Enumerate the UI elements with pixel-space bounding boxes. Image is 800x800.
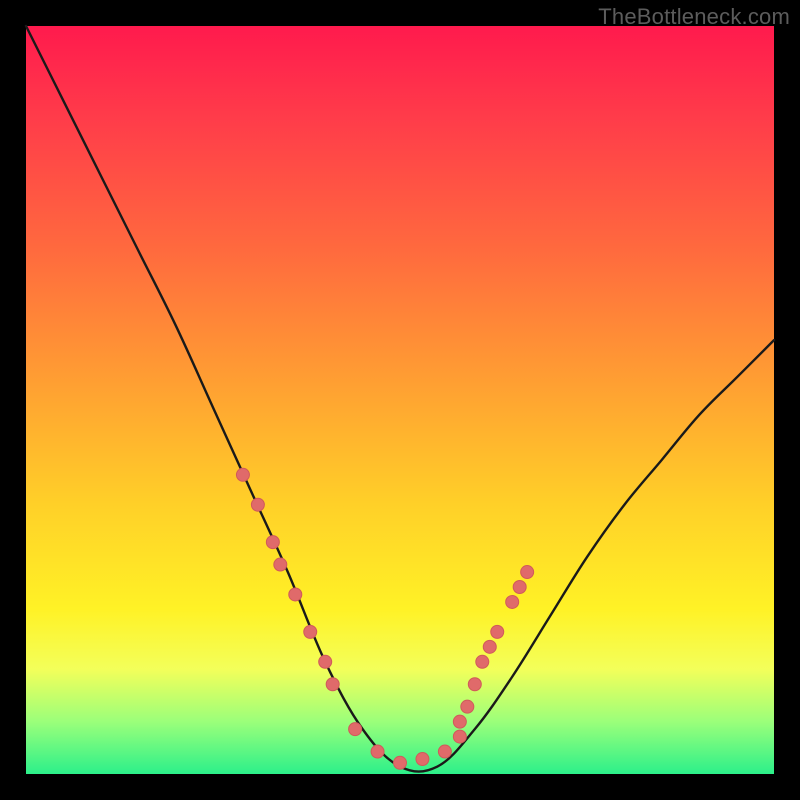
- data-marker: [394, 756, 407, 769]
- data-marker: [468, 678, 481, 691]
- data-marker: [236, 468, 249, 481]
- data-marker: [349, 723, 362, 736]
- data-marker: [304, 625, 317, 638]
- data-marker: [251, 498, 264, 511]
- data-marker: [416, 753, 429, 766]
- data-marker: [371, 745, 384, 758]
- data-marker: [326, 678, 339, 691]
- curve-layer: [26, 26, 774, 774]
- data-marker: [521, 566, 534, 579]
- data-marker: [438, 745, 451, 758]
- data-marker: [476, 655, 489, 668]
- data-marker: [513, 581, 526, 594]
- watermark-text: TheBottleneck.com: [598, 4, 790, 30]
- bottleneck-curve: [26, 26, 774, 772]
- chart-frame: TheBottleneck.com: [0, 0, 800, 800]
- data-marker: [506, 595, 519, 608]
- data-markers: [236, 468, 533, 769]
- data-marker: [266, 536, 279, 549]
- plot-area: [26, 26, 774, 774]
- data-marker: [461, 700, 474, 713]
- data-marker: [483, 640, 496, 653]
- data-marker: [289, 588, 302, 601]
- data-marker: [319, 655, 332, 668]
- data-marker: [274, 558, 287, 571]
- data-marker: [453, 730, 466, 743]
- data-marker: [453, 715, 466, 728]
- data-marker: [491, 625, 504, 638]
